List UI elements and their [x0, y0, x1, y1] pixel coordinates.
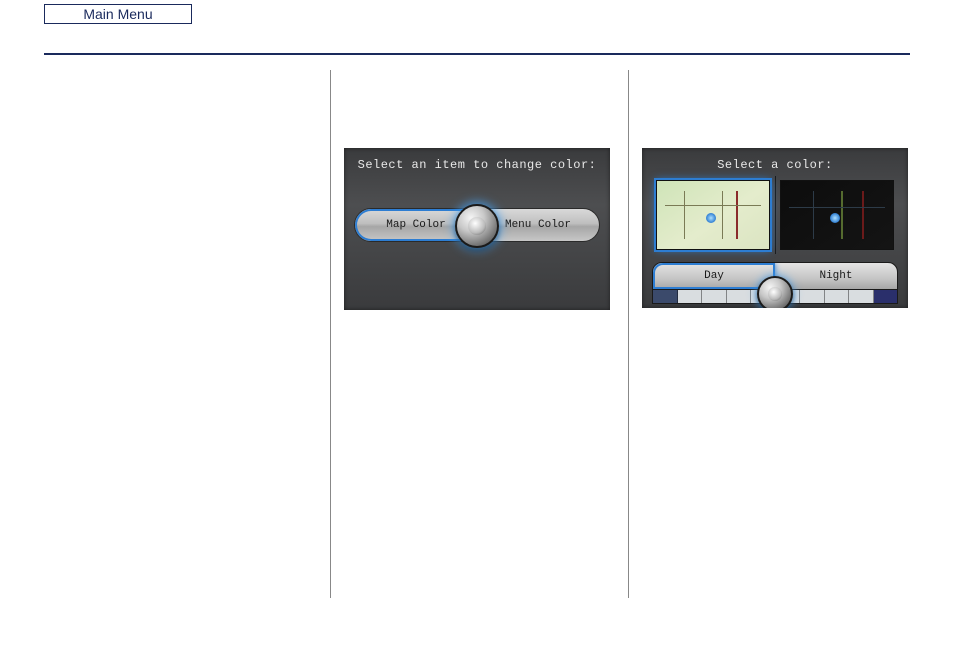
color-swatch[interactable]: [825, 290, 850, 303]
color-item-selector: Map Color Menu Color: [354, 204, 600, 248]
color-swatch[interactable]: [800, 290, 825, 303]
option-menu-color-label: Menu Color: [505, 219, 571, 231]
map-current-location-icon: [706, 213, 716, 223]
option-day-label: Day: [704, 270, 724, 282]
color-swatch[interactable]: [874, 290, 898, 303]
day-night-selector: Day Night: [652, 262, 898, 304]
selector-dial[interactable]: [757, 276, 793, 308]
panel-title: Select an item to change color:: [344, 148, 610, 172]
main-menu-label: Main Menu: [83, 6, 152, 22]
color-swatch[interactable]: [702, 290, 727, 303]
main-menu-tab[interactable]: Main Menu: [44, 4, 192, 24]
option-map-color-label: Map Color: [386, 219, 445, 231]
map-current-location-icon: [830, 213, 840, 223]
column-divider-1: [330, 70, 331, 598]
header-divider: [44, 53, 910, 55]
option-night[interactable]: Night: [775, 263, 897, 289]
selector-dial[interactable]: [455, 204, 499, 248]
option-night-label: Night: [819, 270, 852, 282]
panel-title: Select a color:: [642, 148, 908, 172]
option-day[interactable]: Day: [653, 263, 775, 289]
map-preview-row: [656, 180, 894, 250]
column-divider-2: [628, 70, 629, 598]
color-select-screen: Select a color: Day Night: [642, 148, 908, 308]
color-swatch[interactable]: [849, 290, 874, 303]
map-preview-day[interactable]: [656, 180, 770, 250]
color-swatch[interactable]: [653, 290, 678, 303]
map-preview-night[interactable]: [780, 180, 894, 250]
color-swatch[interactable]: [678, 290, 703, 303]
color-item-select-screen: Select an item to change color: Map Colo…: [344, 148, 610, 310]
color-swatch[interactable]: [727, 290, 752, 303]
